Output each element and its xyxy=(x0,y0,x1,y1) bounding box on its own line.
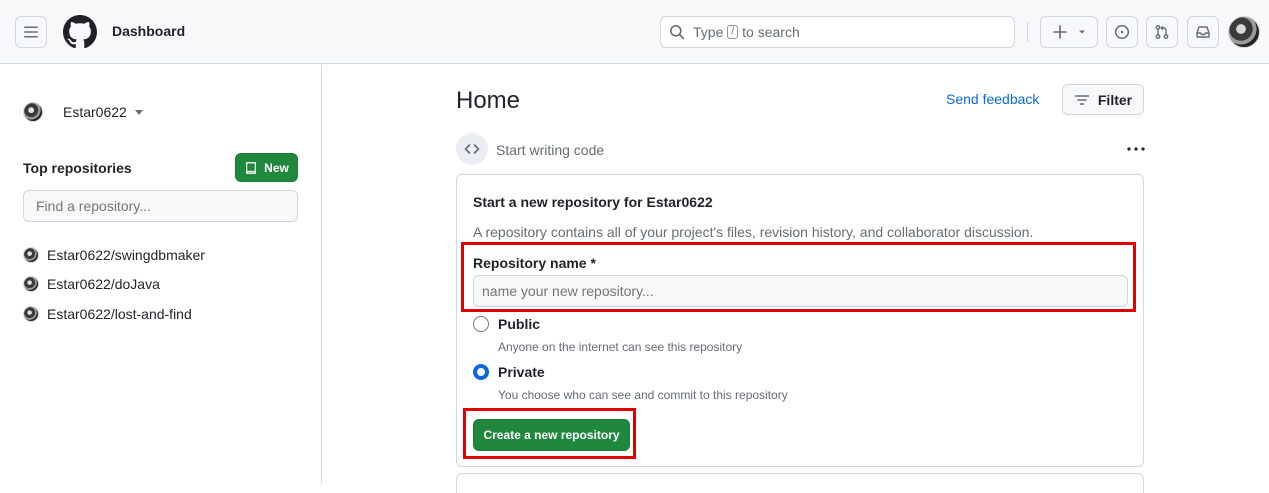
filter-label: Filter xyxy=(1097,91,1133,108)
user-avatar[interactable] xyxy=(1228,16,1260,48)
repo-icon xyxy=(246,161,257,174)
kebab-menu-icon[interactable] xyxy=(1125,139,1147,159)
start-writing-code-label: Start writing code xyxy=(496,142,605,158)
repo-owner-avatar xyxy=(23,276,39,293)
repository-link[interactable]: Estar0622/doJava xyxy=(47,276,160,292)
new-repository-card: Start a new repository for Estar0622 A r… xyxy=(456,174,1144,467)
public-help-text: Anyone on the internet can see this repo… xyxy=(498,340,743,354)
inbox-button[interactable] xyxy=(1187,16,1219,48)
filter-icon xyxy=(1074,94,1090,105)
issue-opened-icon xyxy=(1114,24,1130,40)
card-description: A repository contains all of your projec… xyxy=(473,224,1034,240)
repository-list: Estar0622/swingdbmaker Estar0622/doJava … xyxy=(23,240,205,329)
code-icon xyxy=(456,133,488,165)
visibility-private-option[interactable]: Private xyxy=(473,364,545,380)
page-title: Home xyxy=(456,87,521,114)
repository-name-input[interactable] xyxy=(473,275,1128,307)
context-title[interactable]: Dashboard xyxy=(112,23,185,39)
repository-item[interactable]: Estar0622/doJava xyxy=(23,270,205,300)
send-feedback-link[interactable]: Send feedback xyxy=(946,91,1039,107)
header-divider xyxy=(1027,22,1028,42)
repository-item[interactable]: Estar0622/swingdbmaker xyxy=(23,240,205,270)
repository-item[interactable]: Estar0622/lost-and-find xyxy=(23,299,205,329)
issues-button[interactable] xyxy=(1106,16,1138,48)
repository-name-label: Repository name * xyxy=(473,255,596,271)
new-repository-button[interactable]: New xyxy=(235,153,298,182)
search-placeholder-pre: Type xyxy=(693,24,724,40)
hamburger-icon xyxy=(24,26,38,38)
visibility-public-option[interactable]: Public xyxy=(473,316,540,332)
public-label: Public xyxy=(498,316,541,332)
menu-button[interactable] xyxy=(15,16,47,48)
create-new-button[interactable] xyxy=(1040,16,1098,48)
next-card-edge xyxy=(456,473,1144,493)
card-title: Start a new repository for Estar0622 xyxy=(473,194,713,210)
private-help-text: You choose who can see and commit to thi… xyxy=(498,388,788,402)
repo-owner-avatar xyxy=(23,305,39,322)
repository-link[interactable]: Estar0622/lost-and-find xyxy=(47,306,192,322)
filter-button[interactable]: Filter xyxy=(1062,84,1144,115)
private-radio[interactable] xyxy=(473,364,489,380)
top-bar: Dashboard Type / to search xyxy=(0,0,1269,64)
git-pull-request-icon xyxy=(1155,25,1169,39)
inbox-icon xyxy=(1196,26,1210,38)
new-button-label: New xyxy=(264,160,289,175)
search-shortcut-key: / xyxy=(727,25,739,39)
find-repository-input[interactable] xyxy=(23,190,298,222)
repo-owner-avatar xyxy=(23,246,39,263)
search-placeholder-post: to search xyxy=(742,24,800,40)
chevron-down-icon xyxy=(1078,30,1085,34)
caret-down-icon xyxy=(134,109,143,115)
account-switcher[interactable]: Estar0622 xyxy=(23,102,143,122)
private-label: Private xyxy=(498,364,545,380)
account-avatar xyxy=(23,102,43,122)
top-repositories-heading: Top repositories xyxy=(23,160,132,176)
create-repository-button[interactable]: Create a new repository xyxy=(473,419,630,451)
plus-icon xyxy=(1052,25,1067,39)
repository-link[interactable]: Estar0622/swingdbmaker xyxy=(47,247,205,263)
search-icon xyxy=(670,25,685,40)
pull-requests-button[interactable] xyxy=(1146,16,1178,48)
search-box[interactable]: Type / to search xyxy=(660,16,1015,48)
account-name: Estar0622 xyxy=(63,104,127,120)
sidebar: Estar0622 Top repositories New Estar0622… xyxy=(0,65,322,483)
github-logo-icon[interactable] xyxy=(63,15,97,49)
public-radio[interactable] xyxy=(473,316,489,332)
main-content: Home Send feedback Filter Start writing … xyxy=(323,65,1269,493)
